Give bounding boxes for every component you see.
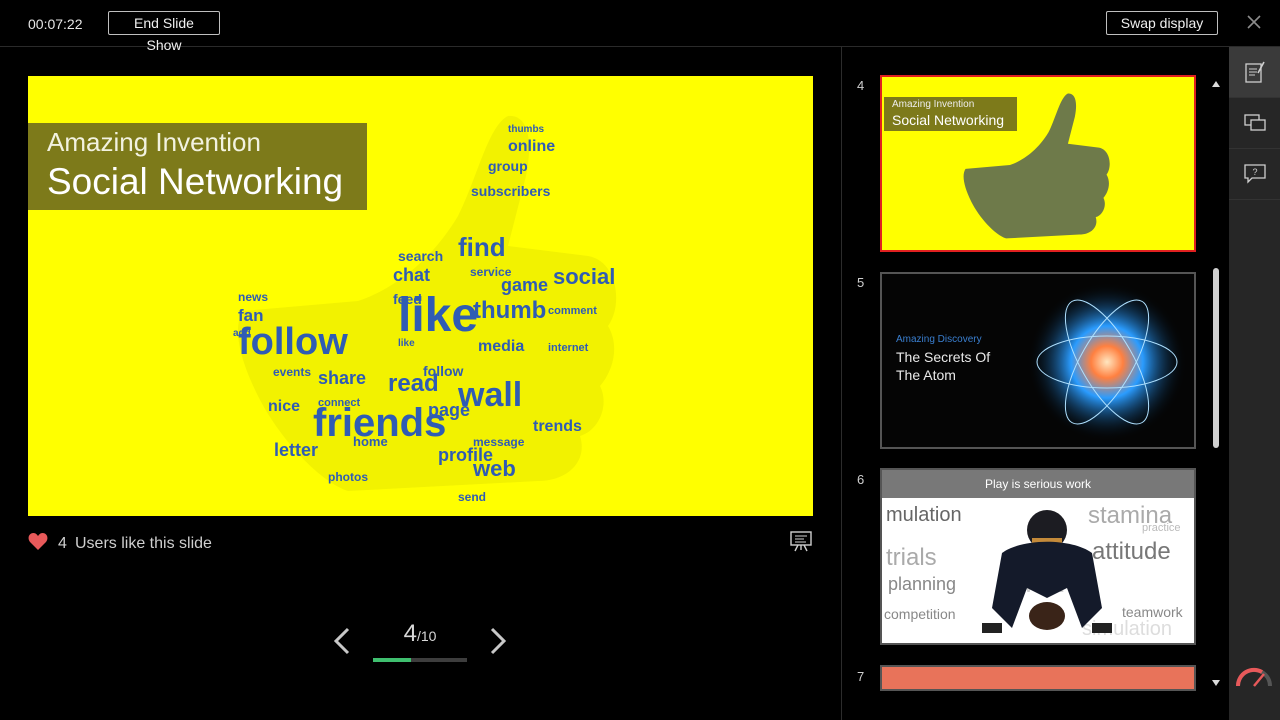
notes-button[interactable]	[1229, 47, 1280, 98]
thumbnail-scrollbar[interactable]	[1213, 268, 1219, 448]
word-cloud-word: media	[478, 338, 524, 355]
word-cloud-word: thumb	[473, 297, 546, 324]
word: practice	[1142, 522, 1181, 534]
word-cloud-word: internet	[548, 342, 589, 354]
question-comment-icon: ?	[1243, 164, 1266, 184]
thumbnail-title-line1: The Secrets Of	[896, 349, 991, 365]
word-cloud-word: connect	[318, 397, 361, 409]
word-cloud-word: page	[428, 400, 470, 420]
word-cloud-word: online	[508, 138, 555, 155]
word: planning	[888, 574, 957, 594]
word-cloud-word: fan	[238, 306, 264, 325]
side-toolbar: ?	[1229, 47, 1280, 720]
word-cloud-word: group	[488, 158, 528, 174]
end-slide-show-button[interactable]: End Slide Show	[108, 11, 220, 53]
questions-button[interactable]: ?	[1229, 149, 1280, 200]
slide-progress-fill	[373, 658, 411, 662]
word-cloud-word: follow	[423, 363, 464, 379]
previous-slide-button[interactable]	[330, 626, 354, 656]
performance-gauge-icon[interactable]	[1234, 662, 1274, 688]
word-cloud-word: trends	[533, 418, 582, 435]
heart-icon[interactable]	[28, 532, 48, 551]
presenter-toolbar: 00:07:22 End Slide Show Swap display	[0, 0, 1280, 53]
page-indicator: 4/10	[373, 620, 467, 648]
thumbnail-number: 5	[857, 275, 865, 290]
current-slide: Amazing Invention Social Networking like…	[28, 76, 813, 516]
elapsed-timer: 00:07:22	[28, 16, 83, 32]
close-icon[interactable]	[1244, 12, 1264, 32]
slides-overview-icon	[1243, 114, 1266, 131]
word-cloud-word: news	[238, 290, 268, 304]
thumbnail-slide-4[interactable]: Amazing Invention Social Networking	[880, 75, 1196, 252]
word-cloud-word: follow	[238, 321, 348, 363]
word-cloud-word: subscribers	[471, 183, 551, 199]
likes-count: 4	[58, 535, 67, 552]
word-cloud-word: nice	[268, 398, 300, 415]
word-cloud-word: thumbs	[508, 124, 545, 135]
likes-text: Users like this slide	[75, 535, 212, 552]
word-cloud-word: feed	[393, 291, 422, 307]
thumbnail-slide-5[interactable]: Amazing Discovery The Secrets Of The Ato…	[880, 272, 1196, 449]
slides-button[interactable]	[1229, 98, 1280, 149]
word: competition	[884, 606, 956, 622]
thumbnail-number: 7	[857, 669, 865, 684]
thumbs-up-word-cloud-graphic: likefollowfriendswallfindsocialthumbread…	[233, 115, 617, 504]
thumbnail-slide-6[interactable]: Play is serious work mulation stamina at…	[880, 468, 1196, 645]
scroll-up-arrow-icon[interactable]	[1210, 78, 1222, 90]
atom-graphic	[1027, 282, 1187, 442]
word-cloud-word: chat	[393, 265, 430, 285]
current-page: 4	[403, 620, 417, 647]
word: mulation	[886, 504, 962, 526]
word-cloud-word: comment	[548, 305, 597, 317]
panel-divider	[841, 47, 842, 720]
thumbnail-slide-7[interactable]	[880, 665, 1196, 691]
thumbnail-header: Play is serious work	[882, 470, 1194, 498]
total-pages: /10	[416, 628, 437, 644]
thumbnail-number: 6	[857, 472, 865, 487]
word-cloud-word: events	[273, 365, 311, 379]
word-cloud-word: photos	[328, 470, 368, 484]
word-cloud-word: send	[458, 490, 486, 504]
next-slide-button[interactable]	[486, 626, 510, 656]
word-cloud-word: letter	[274, 440, 318, 460]
word-cloud-word: add	[233, 328, 251, 339]
word: trials	[886, 544, 937, 571]
thumbnail-title-line2: The Atom	[896, 367, 956, 383]
word-cloud-word: like	[398, 338, 415, 349]
athlete-graphic	[982, 510, 1112, 633]
swap-display-button[interactable]: Swap display	[1106, 11, 1218, 35]
thumbnail-number: 4	[857, 78, 865, 93]
thumbnail-subtitle: Amazing Discovery	[896, 334, 982, 345]
thumbs-up-mini-graphic	[963, 93, 1110, 239]
svg-text:?: ?	[1252, 167, 1257, 177]
word-cloud-word: find	[458, 232, 506, 262]
word-cloud-word: message	[473, 435, 525, 449]
scroll-down-arrow-icon[interactable]	[1210, 677, 1222, 689]
word-cloud-word: home	[353, 434, 388, 449]
word-cloud-word: share	[318, 368, 366, 388]
slide-progress-bar	[373, 658, 467, 662]
word-cloud-word: service	[470, 265, 512, 279]
presentation-board-icon[interactable]	[789, 530, 813, 552]
word-cloud-word: social	[553, 264, 615, 289]
notes-icon	[1244, 61, 1265, 83]
word-cloud-word: search	[398, 248, 443, 264]
